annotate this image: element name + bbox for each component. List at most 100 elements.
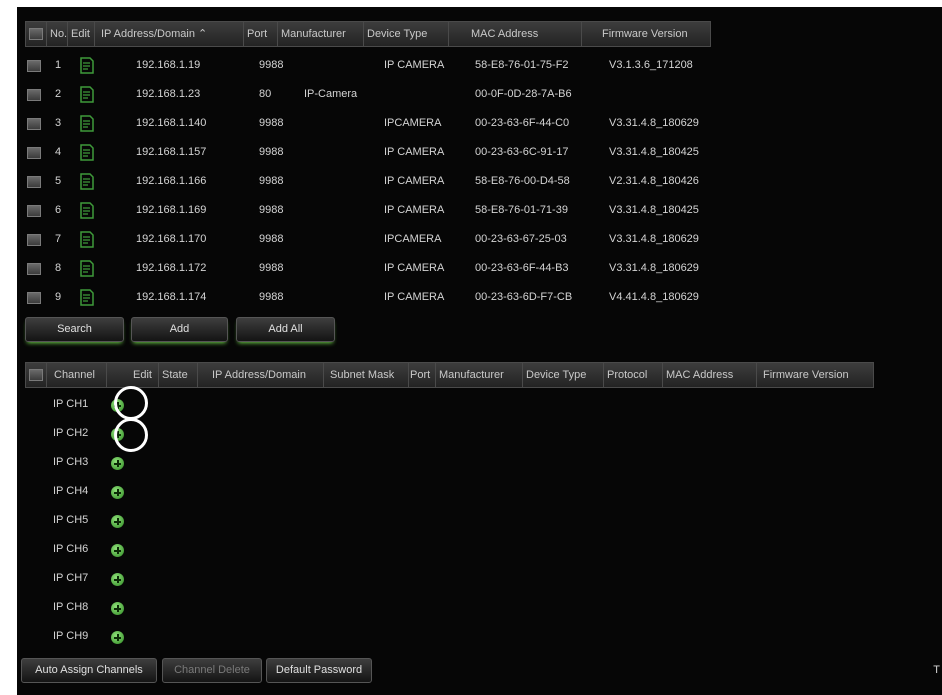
channel-name: IP CH4 bbox=[53, 485, 89, 497]
row-firmware: V3.31.4.8_180425 bbox=[609, 146, 699, 158]
col-manufacturer[interactable]: Manufacturer bbox=[278, 21, 364, 47]
add-all-button[interactable]: Add All bbox=[236, 317, 335, 342]
highlight-circle bbox=[114, 418, 148, 452]
col-channel-firmware[interactable]: Firmware Version bbox=[757, 362, 874, 388]
search-button[interactable]: Search bbox=[25, 317, 124, 342]
row-port: 9988 bbox=[259, 175, 284, 187]
row-mac-address: 58-E8-76-00-D4-58 bbox=[475, 175, 570, 187]
row-checkbox[interactable] bbox=[27, 292, 41, 304]
row-checkbox[interactable] bbox=[27, 263, 41, 275]
row-ip-address: 192.168.1.172 bbox=[136, 262, 207, 274]
device-row[interactable]: 7 192.168.1.170 9988 IPCAMERA 00-23-63-6… bbox=[17, 226, 927, 255]
channel-select-all-cell[interactable] bbox=[25, 362, 47, 388]
channel-row[interactable]: IP CH1 bbox=[17, 391, 317, 420]
row-device-type: IP CAMERA bbox=[384, 59, 445, 71]
edit-icon[interactable] bbox=[80, 260, 94, 277]
device-row[interactable]: 2 192.168.1.23 80 IP-Camera 00-0F-0D-28-… bbox=[17, 81, 927, 110]
row-device-type: IPCAMERA bbox=[384, 117, 442, 129]
device-row[interactable]: 9 192.168.1.174 9988 IP CAMERA 00-23-63-… bbox=[17, 284, 927, 313]
channel-row[interactable]: IP CH3 bbox=[17, 449, 317, 478]
row-port: 9988 bbox=[259, 117, 284, 129]
row-no: 1 bbox=[55, 59, 62, 71]
col-channel-manufacturer[interactable]: Manufacturer bbox=[436, 362, 523, 388]
row-checkbox[interactable] bbox=[27, 60, 41, 72]
device-row[interactable]: 6 192.168.1.169 9988 IP CAMERA 58-E8-76-… bbox=[17, 197, 927, 226]
col-firmware-version[interactable]: Firmware Version bbox=[582, 21, 711, 47]
col-blank bbox=[107, 362, 131, 388]
select-all-checkbox-cell[interactable] bbox=[25, 21, 47, 47]
col-state[interactable]: State bbox=[159, 362, 198, 388]
col-no[interactable]: No. bbox=[47, 21, 68, 47]
row-ip-address: 192.168.1.140 bbox=[136, 117, 207, 129]
row-ip-address: 192.168.1.23 bbox=[136, 88, 201, 100]
row-device-type: IP CAMERA bbox=[384, 146, 445, 158]
col-edit[interactable]: Edit bbox=[68, 21, 95, 47]
row-no: 8 bbox=[55, 262, 62, 274]
row-checkbox[interactable] bbox=[27, 89, 41, 101]
row-device-type: IP CAMERA bbox=[384, 262, 445, 274]
edit-icon[interactable] bbox=[80, 144, 94, 161]
row-checkbox[interactable] bbox=[27, 234, 41, 246]
col-channel-port[interactable]: Port bbox=[409, 362, 436, 388]
channel-name: IP CH3 bbox=[53, 456, 89, 468]
row-ip-address: 192.168.1.170 bbox=[136, 233, 207, 245]
col-ip-address[interactable]: IP Address/Domain ⌃ bbox=[95, 21, 244, 47]
device-row[interactable]: 1 192.168.1.19 9988 IP CAMERA 58-E8-76-0… bbox=[17, 52, 927, 81]
channel-select-all-checkbox[interactable] bbox=[29, 369, 43, 382]
col-protocol[interactable]: Protocol bbox=[604, 362, 663, 388]
select-all-checkbox[interactable] bbox=[29, 28, 43, 41]
row-device-type: IP CAMERA bbox=[384, 204, 445, 216]
row-firmware: V3.1.3.6_171208 bbox=[609, 59, 693, 71]
col-channel-ip[interactable]: IP Address/Domain bbox=[198, 362, 324, 388]
row-port: 9988 bbox=[259, 146, 284, 158]
row-checkbox[interactable] bbox=[27, 176, 41, 188]
col-channel-mac[interactable]: MAC Address bbox=[663, 362, 757, 388]
add-channel-icon[interactable] bbox=[111, 573, 124, 586]
row-no: 3 bbox=[55, 117, 62, 129]
default-password-button[interactable]: Default Password bbox=[266, 658, 372, 683]
device-row[interactable]: 4 192.168.1.157 9988 IP CAMERA 00-23-63-… bbox=[17, 139, 927, 168]
add-channel-icon[interactable] bbox=[111, 631, 124, 644]
edit-icon[interactable] bbox=[80, 57, 94, 74]
channel-row[interactable]: IP CH5 bbox=[17, 507, 317, 536]
col-channel-device-type[interactable]: Device Type bbox=[523, 362, 604, 388]
row-no: 7 bbox=[55, 233, 62, 245]
device-row[interactable]: 8 192.168.1.172 9988 IP CAMERA 00-23-63-… bbox=[17, 255, 927, 284]
col-port[interactable]: Port bbox=[244, 21, 278, 47]
channel-row[interactable]: IP CH9 bbox=[17, 623, 317, 652]
row-checkbox[interactable] bbox=[27, 118, 41, 130]
col-mac-address[interactable]: MAC Address bbox=[449, 21, 582, 47]
edit-icon[interactable] bbox=[80, 86, 94, 103]
row-no: 5 bbox=[55, 175, 62, 187]
col-device-type[interactable]: Device Type bbox=[364, 21, 449, 47]
channel-row[interactable]: IP CH6 bbox=[17, 536, 317, 565]
device-row[interactable]: 5 192.168.1.166 9988 IP CAMERA 58-E8-76-… bbox=[17, 168, 927, 197]
edit-icon[interactable] bbox=[80, 115, 94, 132]
device-row[interactable]: 3 192.168.1.140 9988 IPCAMERA 00-23-63-6… bbox=[17, 110, 927, 139]
col-channel[interactable]: Channel bbox=[47, 362, 107, 388]
add-channel-icon[interactable] bbox=[111, 457, 124, 470]
channel-row[interactable]: IP CH7 bbox=[17, 565, 317, 594]
add-channel-icon[interactable] bbox=[111, 544, 124, 557]
edit-icon[interactable] bbox=[80, 231, 94, 248]
channel-row[interactable]: IP CH2 bbox=[17, 420, 317, 449]
add-button[interactable]: Add bbox=[131, 317, 228, 342]
edit-icon[interactable] bbox=[80, 173, 94, 190]
row-checkbox[interactable] bbox=[27, 205, 41, 217]
ip-channel-setup-panel: No. Edit IP Address/Domain ⌃ Port Manufa… bbox=[17, 7, 942, 695]
edit-icon[interactable] bbox=[80, 202, 94, 219]
channel-delete-button[interactable]: Channel Delete bbox=[162, 658, 262, 683]
channel-name: IP CH2 bbox=[53, 427, 89, 439]
col-subnet-mask[interactable]: Subnet Mask bbox=[324, 362, 409, 388]
channel-row[interactable]: IP CH4 bbox=[17, 478, 317, 507]
add-channel-icon[interactable] bbox=[111, 602, 124, 615]
auto-assign-channels-button[interactable]: Auto Assign Channels bbox=[21, 658, 157, 683]
row-checkbox[interactable] bbox=[27, 147, 41, 159]
channel-row[interactable]: IP CH8 bbox=[17, 594, 317, 623]
col-channel-edit[interactable]: Edit bbox=[131, 362, 159, 388]
row-ip-address: 192.168.1.157 bbox=[136, 146, 207, 158]
row-port: 9988 bbox=[259, 262, 284, 274]
edit-icon[interactable] bbox=[80, 289, 94, 306]
add-channel-icon[interactable] bbox=[111, 515, 124, 528]
add-channel-icon[interactable] bbox=[111, 486, 124, 499]
